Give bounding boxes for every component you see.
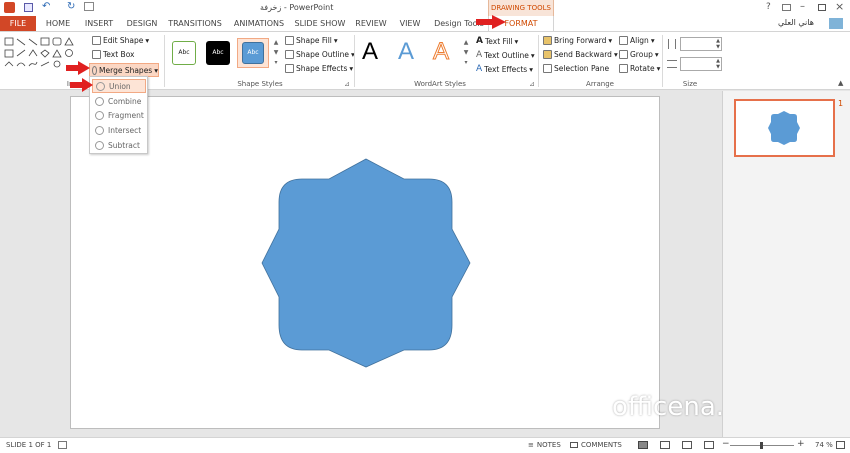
arrow-to-union [70,78,93,92]
zoom-slider-thumb[interactable] [760,442,763,449]
slide-show-icon[interactable] [704,441,714,449]
fit-to-window-icon[interactable] [836,441,845,449]
comments-label: COMMENTS [581,441,622,449]
normal-view-icon[interactable] [638,441,648,449]
arrow-to-format-tab [476,15,506,29]
spell-check-icon[interactable] [58,441,67,449]
zoom-slider[interactable] [730,442,794,449]
annotation-arrows [66,15,506,92]
notes-button[interactable]: ≡ NOTES [528,441,561,449]
slide-count: SLIDE 1 OF 1 [6,441,52,449]
zoom-out-icon[interactable]: − [722,439,730,449]
status-bar: SLIDE 1 OF 1 ≡ NOTES COMMENTS − + 74 % [0,437,850,453]
slide-sorter-icon[interactable] [660,441,670,449]
arrow-to-merge-shapes [66,61,90,75]
zoom-in-icon[interactable]: + [797,439,805,449]
comments-icon [570,442,578,448]
zoom-level[interactable]: 74 % [815,441,833,449]
reading-view-icon[interactable] [682,441,692,449]
notes-label: NOTES [536,441,561,449]
comments-button[interactable]: COMMENTS [570,441,622,449]
notes-icon: ≡ [528,441,534,449]
